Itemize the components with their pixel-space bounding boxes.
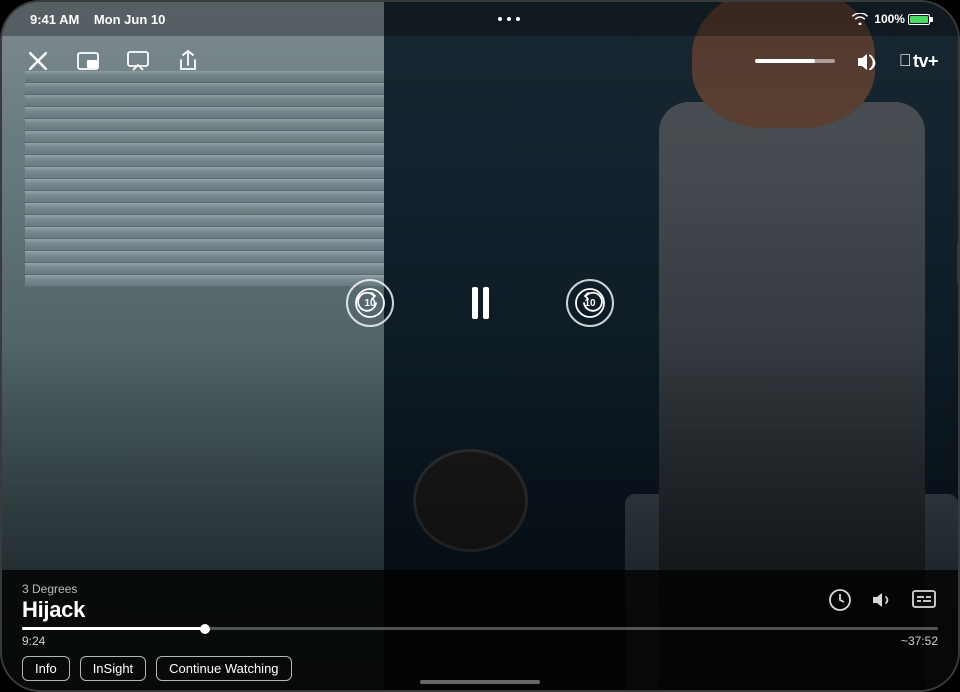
insight-button[interactable]: InSight <box>80 656 146 681</box>
volume-area[interactable] <box>755 59 835 63</box>
volume-bar[interactable] <box>755 59 835 63</box>
tv-plus-text: tv+ <box>913 51 938 72</box>
progress-dot[interactable] <box>200 624 210 634</box>
subtitles-button[interactable] <box>910 586 938 614</box>
progress-bar-track[interactable] <box>22 627 938 630</box>
pause-button[interactable] <box>454 277 506 329</box>
home-indicator[interactable] <box>420 680 540 684</box>
time-row: 9:24 ~37:52 <box>22 634 938 648</box>
action-buttons-row: Info InSight Continue Watching <box>22 656 938 681</box>
wifi-icon <box>852 13 868 25</box>
battery-fill <box>910 16 928 23</box>
skip-forward-button[interactable]: 10 <box>566 279 614 327</box>
volume-fill <box>755 59 815 63</box>
pause-bar-right <box>483 287 489 319</box>
show-title-group: 3 Degrees Hijack <box>22 582 85 623</box>
apple-tv-logo:  tv+ <box>899 51 938 72</box>
controls-overlay:  tv+ 10 <box>2 36 958 570</box>
battery-percent: 100% <box>874 12 905 26</box>
device-frame: 9:41 AM Mon Jun 10 100% <box>0 0 960 692</box>
pause-icon <box>472 287 489 319</box>
top-left-controls <box>22 45 204 77</box>
audio-button[interactable] <box>868 586 896 614</box>
skip-back-label: 10 <box>364 298 375 309</box>
right-controls-group <box>826 586 938 614</box>
progress-bar-fill <box>22 627 205 630</box>
skip-back-button[interactable]: 10 <box>346 279 394 327</box>
pip-button[interactable] <box>72 45 104 77</box>
dot2 <box>507 17 511 21</box>
status-center <box>498 17 520 21</box>
status-time: 9:41 AM Mon Jun 10 <box>30 12 165 27</box>
continue-watching-button[interactable]: Continue Watching <box>156 656 291 681</box>
status-right: 100% <box>852 12 930 26</box>
info-button[interactable]: Info <box>22 656 70 681</box>
battery-icon <box>908 14 930 25</box>
progress-area[interactable] <box>22 627 938 630</box>
skip-forward-label: 10 <box>584 298 595 309</box>
volume-icon[interactable] <box>851 45 883 77</box>
bottom-info: 3 Degrees Hijack <box>2 570 958 690</box>
show-info-row: 3 Degrees Hijack <box>22 582 938 623</box>
time-label: 9:41 AM <box>30 12 79 27</box>
time-remaining: ~37:52 <box>901 634 938 648</box>
battery-container: 100% <box>874 12 930 26</box>
dot1 <box>498 17 502 21</box>
top-controls:  tv+ <box>2 36 958 86</box>
date-label: Mon Jun 10 <box>94 12 166 27</box>
share-button[interactable] <box>172 45 204 77</box>
show-subtitle: 3 Degrees <box>22 582 85 596</box>
status-bar: 9:41 AM Mon Jun 10 100% <box>2 2 958 36</box>
apple-symbol:  <box>899 51 911 71</box>
pause-bar-left <box>472 287 478 319</box>
dot3 <box>516 17 520 21</box>
airplay-button[interactable] <box>122 45 154 77</box>
show-title: Hijack <box>22 597 85 623</box>
top-right-controls:  tv+ <box>755 45 938 77</box>
time-current: 9:24 <box>22 634 45 648</box>
center-controls: 10 10 <box>346 277 614 329</box>
playback-speed-button[interactable] <box>826 586 854 614</box>
close-button[interactable] <box>22 45 54 77</box>
